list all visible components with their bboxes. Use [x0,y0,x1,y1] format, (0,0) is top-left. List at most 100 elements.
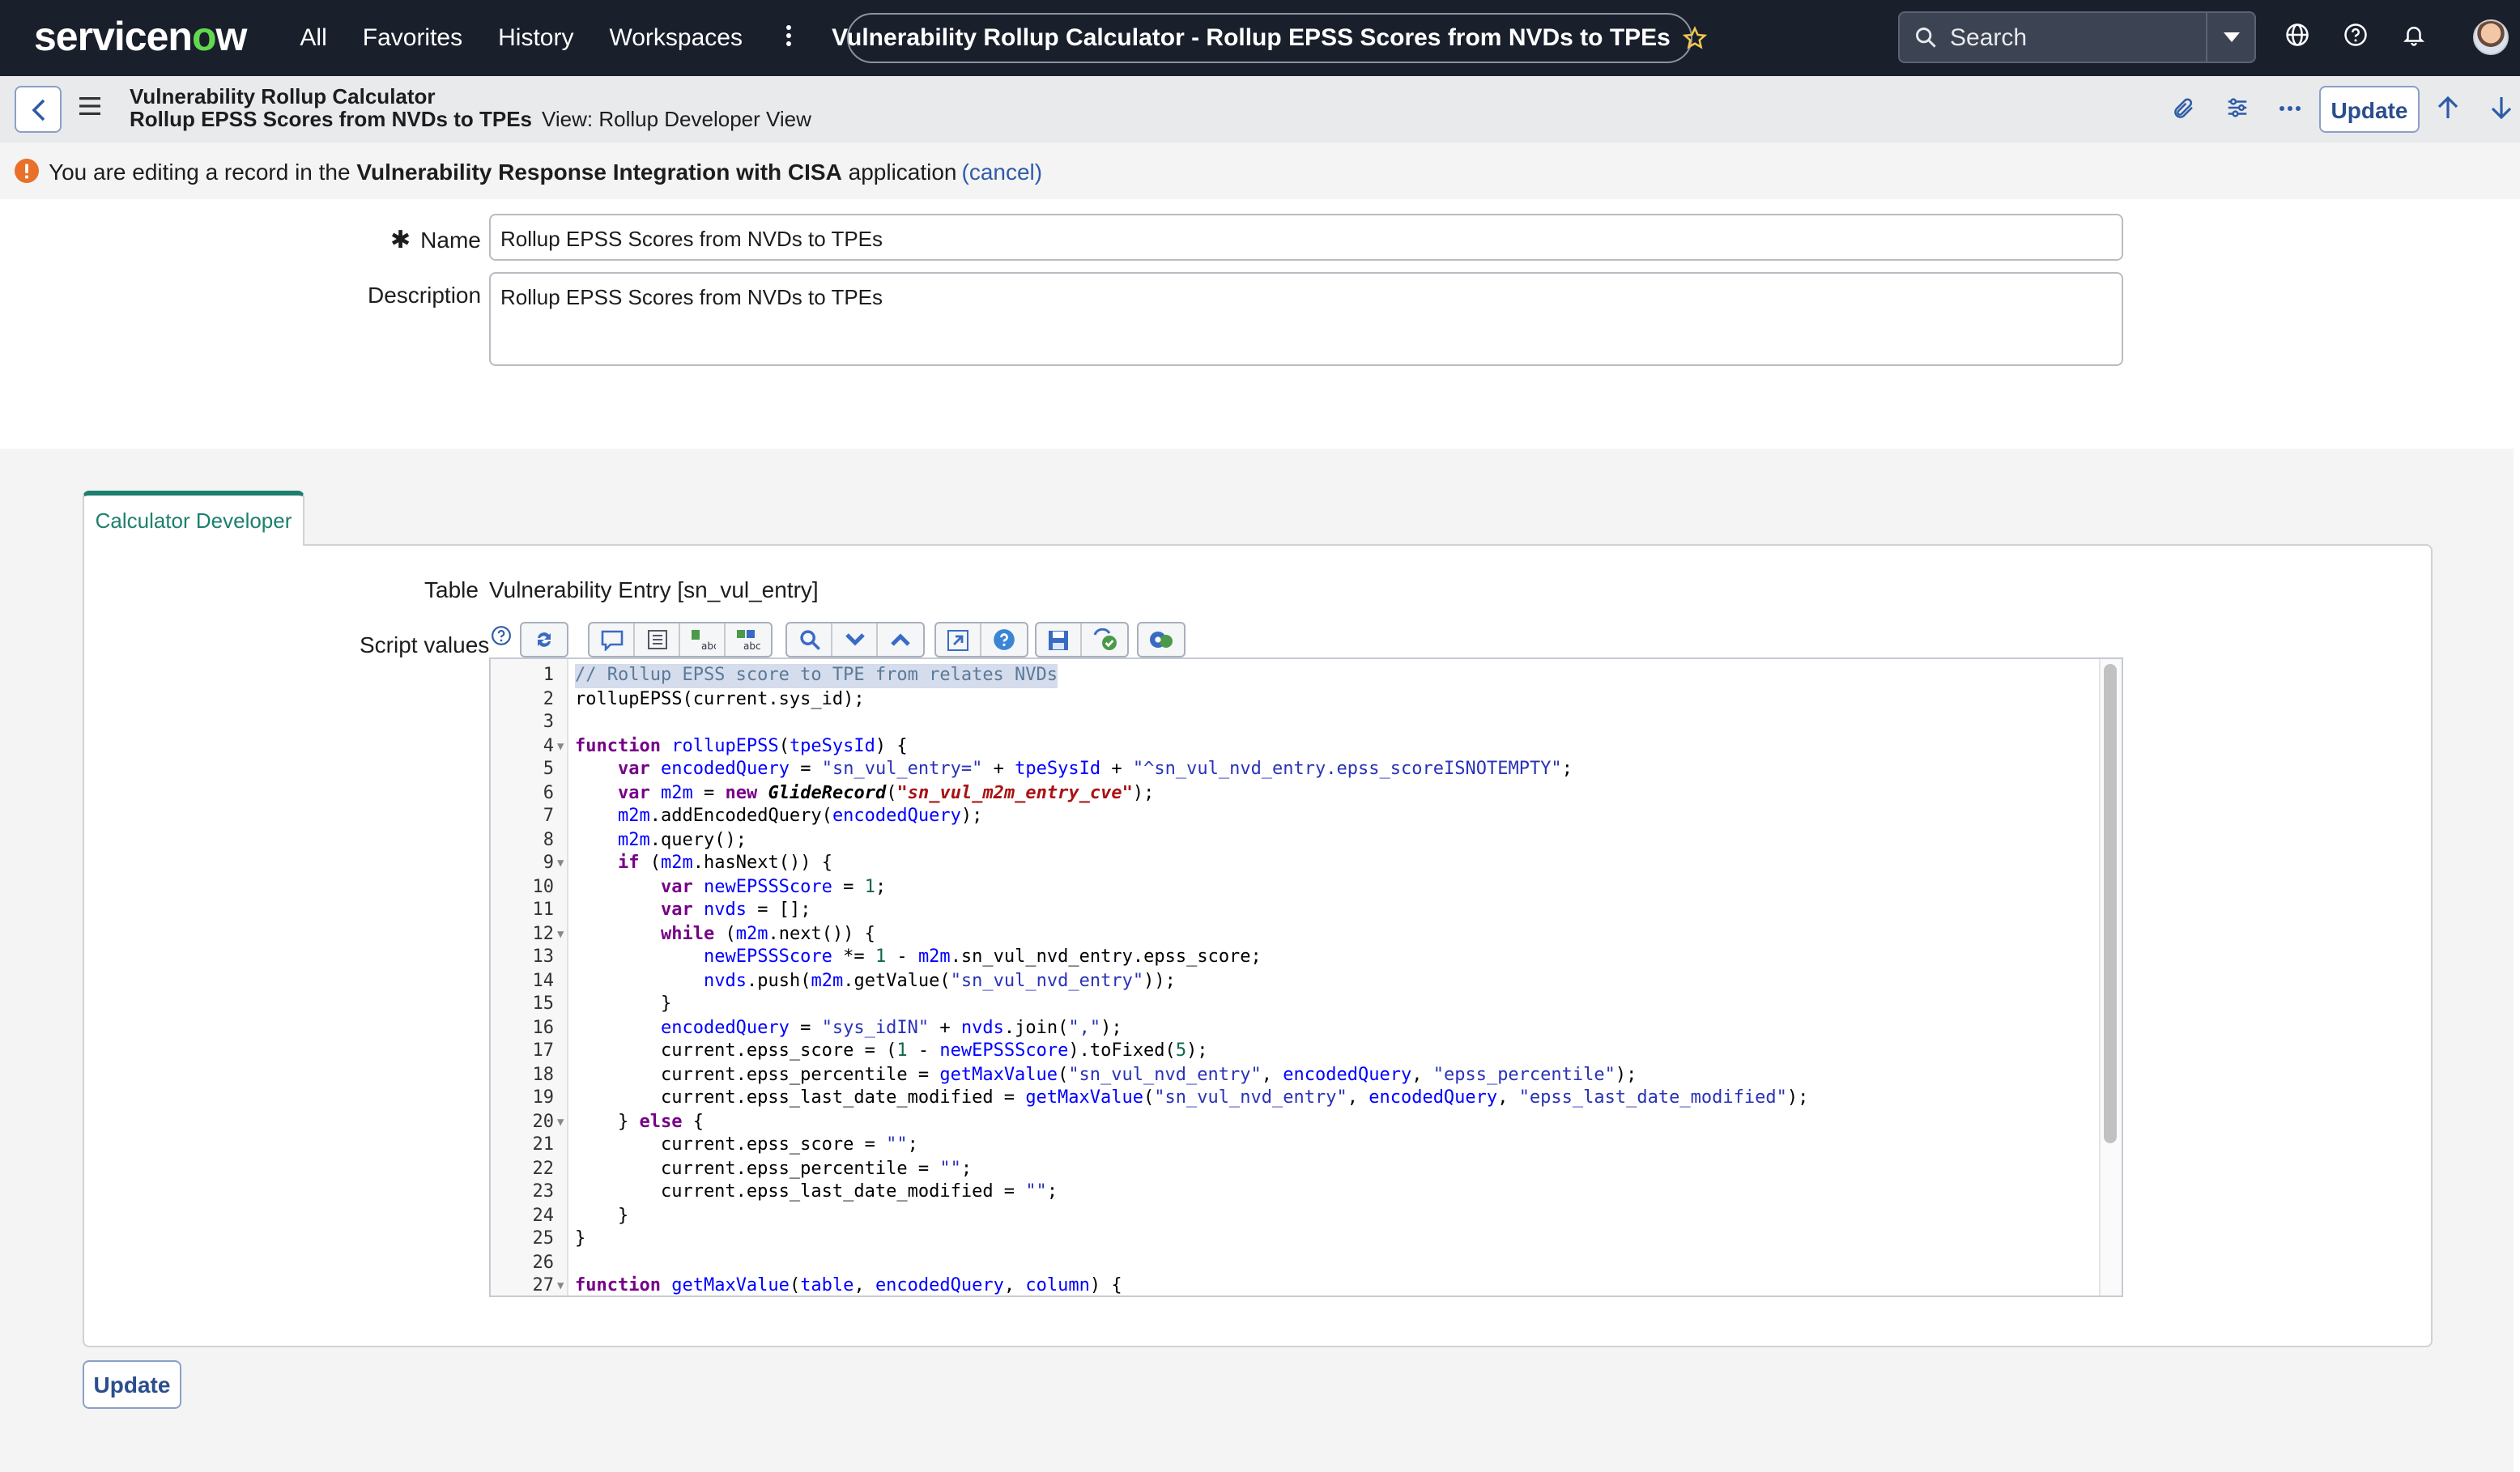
code-text: current.epss_score = (1 - newEPSSScore).… [575,1040,1208,1061]
notifications-bell-icon[interactable] [2402,23,2426,47]
code-line[interactable]: 2 rollupEPSS(current.sys_id); [491,687,2110,711]
personalize-form-icon[interactable] [2225,96,2250,120]
code-line[interactable]: 9 ▼ if (m2m.hasNext()) { [491,852,2110,875]
search-scope-dropdown[interactable] [2206,13,2254,62]
script-label: Script values [360,632,490,657]
editor-scroll-thumb[interactable] [2104,664,2117,1143]
tab-calculator-developer[interactable]: Calculator Developer [83,491,304,546]
code-line[interactable]: 21 current.epss_score = ""; [491,1134,2110,1157]
update-button-top[interactable]: Update [2319,86,2420,133]
code-line[interactable]: 11 var nvds = []; [491,899,2110,922]
code-line[interactable]: 8 m2m.query(); [491,828,2110,852]
globe-icon[interactable] [2285,23,2309,47]
nav-all[interactable]: All [300,24,326,52]
fold-arrow-icon[interactable]: ▼ [557,1274,564,1295]
code-line[interactable]: 19 current.epss_last_date_modified = get… [491,1087,2110,1110]
code-text: current.epss_score = ""; [575,1134,918,1155]
code-line[interactable]: 18 current.epss_percentile = getMaxValue… [491,1063,2110,1087]
comment-icon[interactable] [590,623,635,656]
search-icon [1914,26,1937,49]
code-text: m2m.addEncodedQuery(encodedQuery); [618,805,983,826]
code-text: nvds.push(m2m.getValue("sn_vul_nvd_entry… [703,969,1176,990]
record-header: Vulnerability Rollup Calculator Rollup E… [0,76,2520,143]
nav-favorites[interactable]: Favorites [363,24,462,52]
more-options-icon[interactable] [2279,105,2301,112]
code-text: function rollupEPSS(tpeSysId) { [575,734,908,755]
code-line[interactable]: 25} [491,1227,2110,1251]
replace-all-icon[interactable]: abc [726,623,771,656]
fold-arrow-icon[interactable]: ▼ [557,1110,564,1134]
warning-prefix: You are editing a record in the [49,158,351,184]
chevron-down-icon[interactable] [832,623,878,656]
replace-icon[interactable]: abc [680,623,726,656]
script-check-icon[interactable] [1082,623,1127,656]
save-icon[interactable] [1037,623,1082,656]
code-line[interactable]: 23 current.epss_last_date_modified = ""; [491,1181,2110,1204]
script-code-editor[interactable]: 1 // Rollup EPSS score to TPE from relate… [489,657,2123,1297]
attachment-icon[interactable] [2172,96,2196,121]
editor-scrollbar[interactable] [2099,659,2122,1295]
code-text: var newEPSSScore = 1; [660,875,887,896]
format-icon[interactable] [635,623,680,656]
more-vertical-icon[interactable] [773,23,802,53]
code-line[interactable]: 14 nvds.push(m2m.getValue("sn_vul_nvd_en… [491,969,2110,993]
user-avatar[interactable] [2473,19,2509,55]
update-button-bottom[interactable]: Update [83,1360,181,1409]
cancel-link[interactable]: (cancel) [962,158,1043,184]
debug-icon[interactable] [1139,623,1184,656]
code-line[interactable]: 5 var encodedQuery = "sn_vul_entry=" + t… [491,758,2110,781]
previous-record-arrow-icon[interactable] [2437,96,2458,120]
code-line[interactable]: 12 ▼ while (m2m.next()) { [491,922,2110,946]
line-number: 6 [543,781,554,802]
code-line[interactable]: 1 // Rollup EPSS score to TPE from relate… [491,664,2110,687]
context-menu-icon[interactable] [79,97,100,115]
fold-arrow-icon[interactable]: ▼ [557,852,564,875]
code-line[interactable]: 13 newEPSSScore *= 1 - m2m.sn_vul_nvd_en… [491,946,2110,969]
sync-icon[interactable] [521,623,567,656]
record-title-pill[interactable]: Vulnerability Rollup Calculator - Rollup… [832,13,1708,63]
view-label[interactable]: View: Rollup Developer View [542,107,811,131]
toolbar-group-search [785,622,925,657]
nav-workspaces[interactable]: Workspaces [609,24,743,52]
code-line[interactable]: 26 [491,1251,2110,1274]
line-number: 13 [532,946,555,967]
code-line[interactable]: 24 } [491,1204,2110,1227]
name-input[interactable]: Rollup EPSS Scores from NVDs to TPEs [489,214,2123,261]
code-line[interactable]: 15 } [491,993,2110,1016]
chevron-up-icon[interactable] [878,623,923,656]
line-number: 20 [532,1110,555,1131]
line-number: 4 [543,734,554,755]
code-line[interactable]: 3 [491,711,2110,734]
servicenow-logo[interactable]: servicenow [34,15,247,62]
back-button[interactable] [15,86,62,133]
line-number: 8 [543,828,554,849]
page-scroll-track[interactable] [2514,199,2520,1472]
description-textarea[interactable]: Rollup EPSS Scores from NVDs to TPEs [489,272,2123,366]
code-line[interactable]: 22 current.epss_percentile = ""; [491,1157,2110,1181]
code-line[interactable]: 27 ▼ function getMaxValue(table, encodedQu… [491,1274,2110,1295]
code-line[interactable]: 10 var newEPSSScore = 1; [491,875,2110,899]
script-help-icon[interactable] [491,625,512,646]
top-navigation: servicenow All Favorites History Workspa… [0,0,2520,76]
fullscreen-icon[interactable] [936,623,981,656]
fold-arrow-icon[interactable]: ▼ [557,922,564,946]
nav-history[interactable]: History [498,24,573,52]
help-icon[interactable] [2343,23,2368,47]
next-record-arrow-icon[interactable] [2491,96,2512,120]
code-line[interactable]: 20 ▼ } else { [491,1110,2110,1134]
code-line[interactable]: 17 current.epss_score = (1 - newEPSSScor… [491,1040,2110,1063]
code-text: m2m.query(); [618,828,747,849]
line-number: 3 [543,711,554,732]
fold-arrow-icon[interactable]: ▼ [557,734,564,758]
line-number: 9 [543,852,554,873]
global-search[interactable]: Search [1898,11,2256,63]
star-icon[interactable] [1683,26,1708,50]
help-circle-icon[interactable] [981,623,1027,656]
code-line[interactable]: 6 var m2m = new GlideRecord("sn_vul_m2m_… [491,781,2110,805]
code-line[interactable]: 16 encodedQuery = "sys_idIN" + nvds.join… [491,1016,2110,1040]
code-line[interactable]: 4 ▼ function rollupEPSS(tpeSysId) { [491,734,2110,758]
search-code-icon[interactable] [787,623,832,656]
search-input[interactable]: Search [1950,23,2027,51]
code-line[interactable]: 7 m2m.addEncodedQuery(encodedQuery); [491,805,2110,828]
line-number: 27 [532,1274,555,1295]
